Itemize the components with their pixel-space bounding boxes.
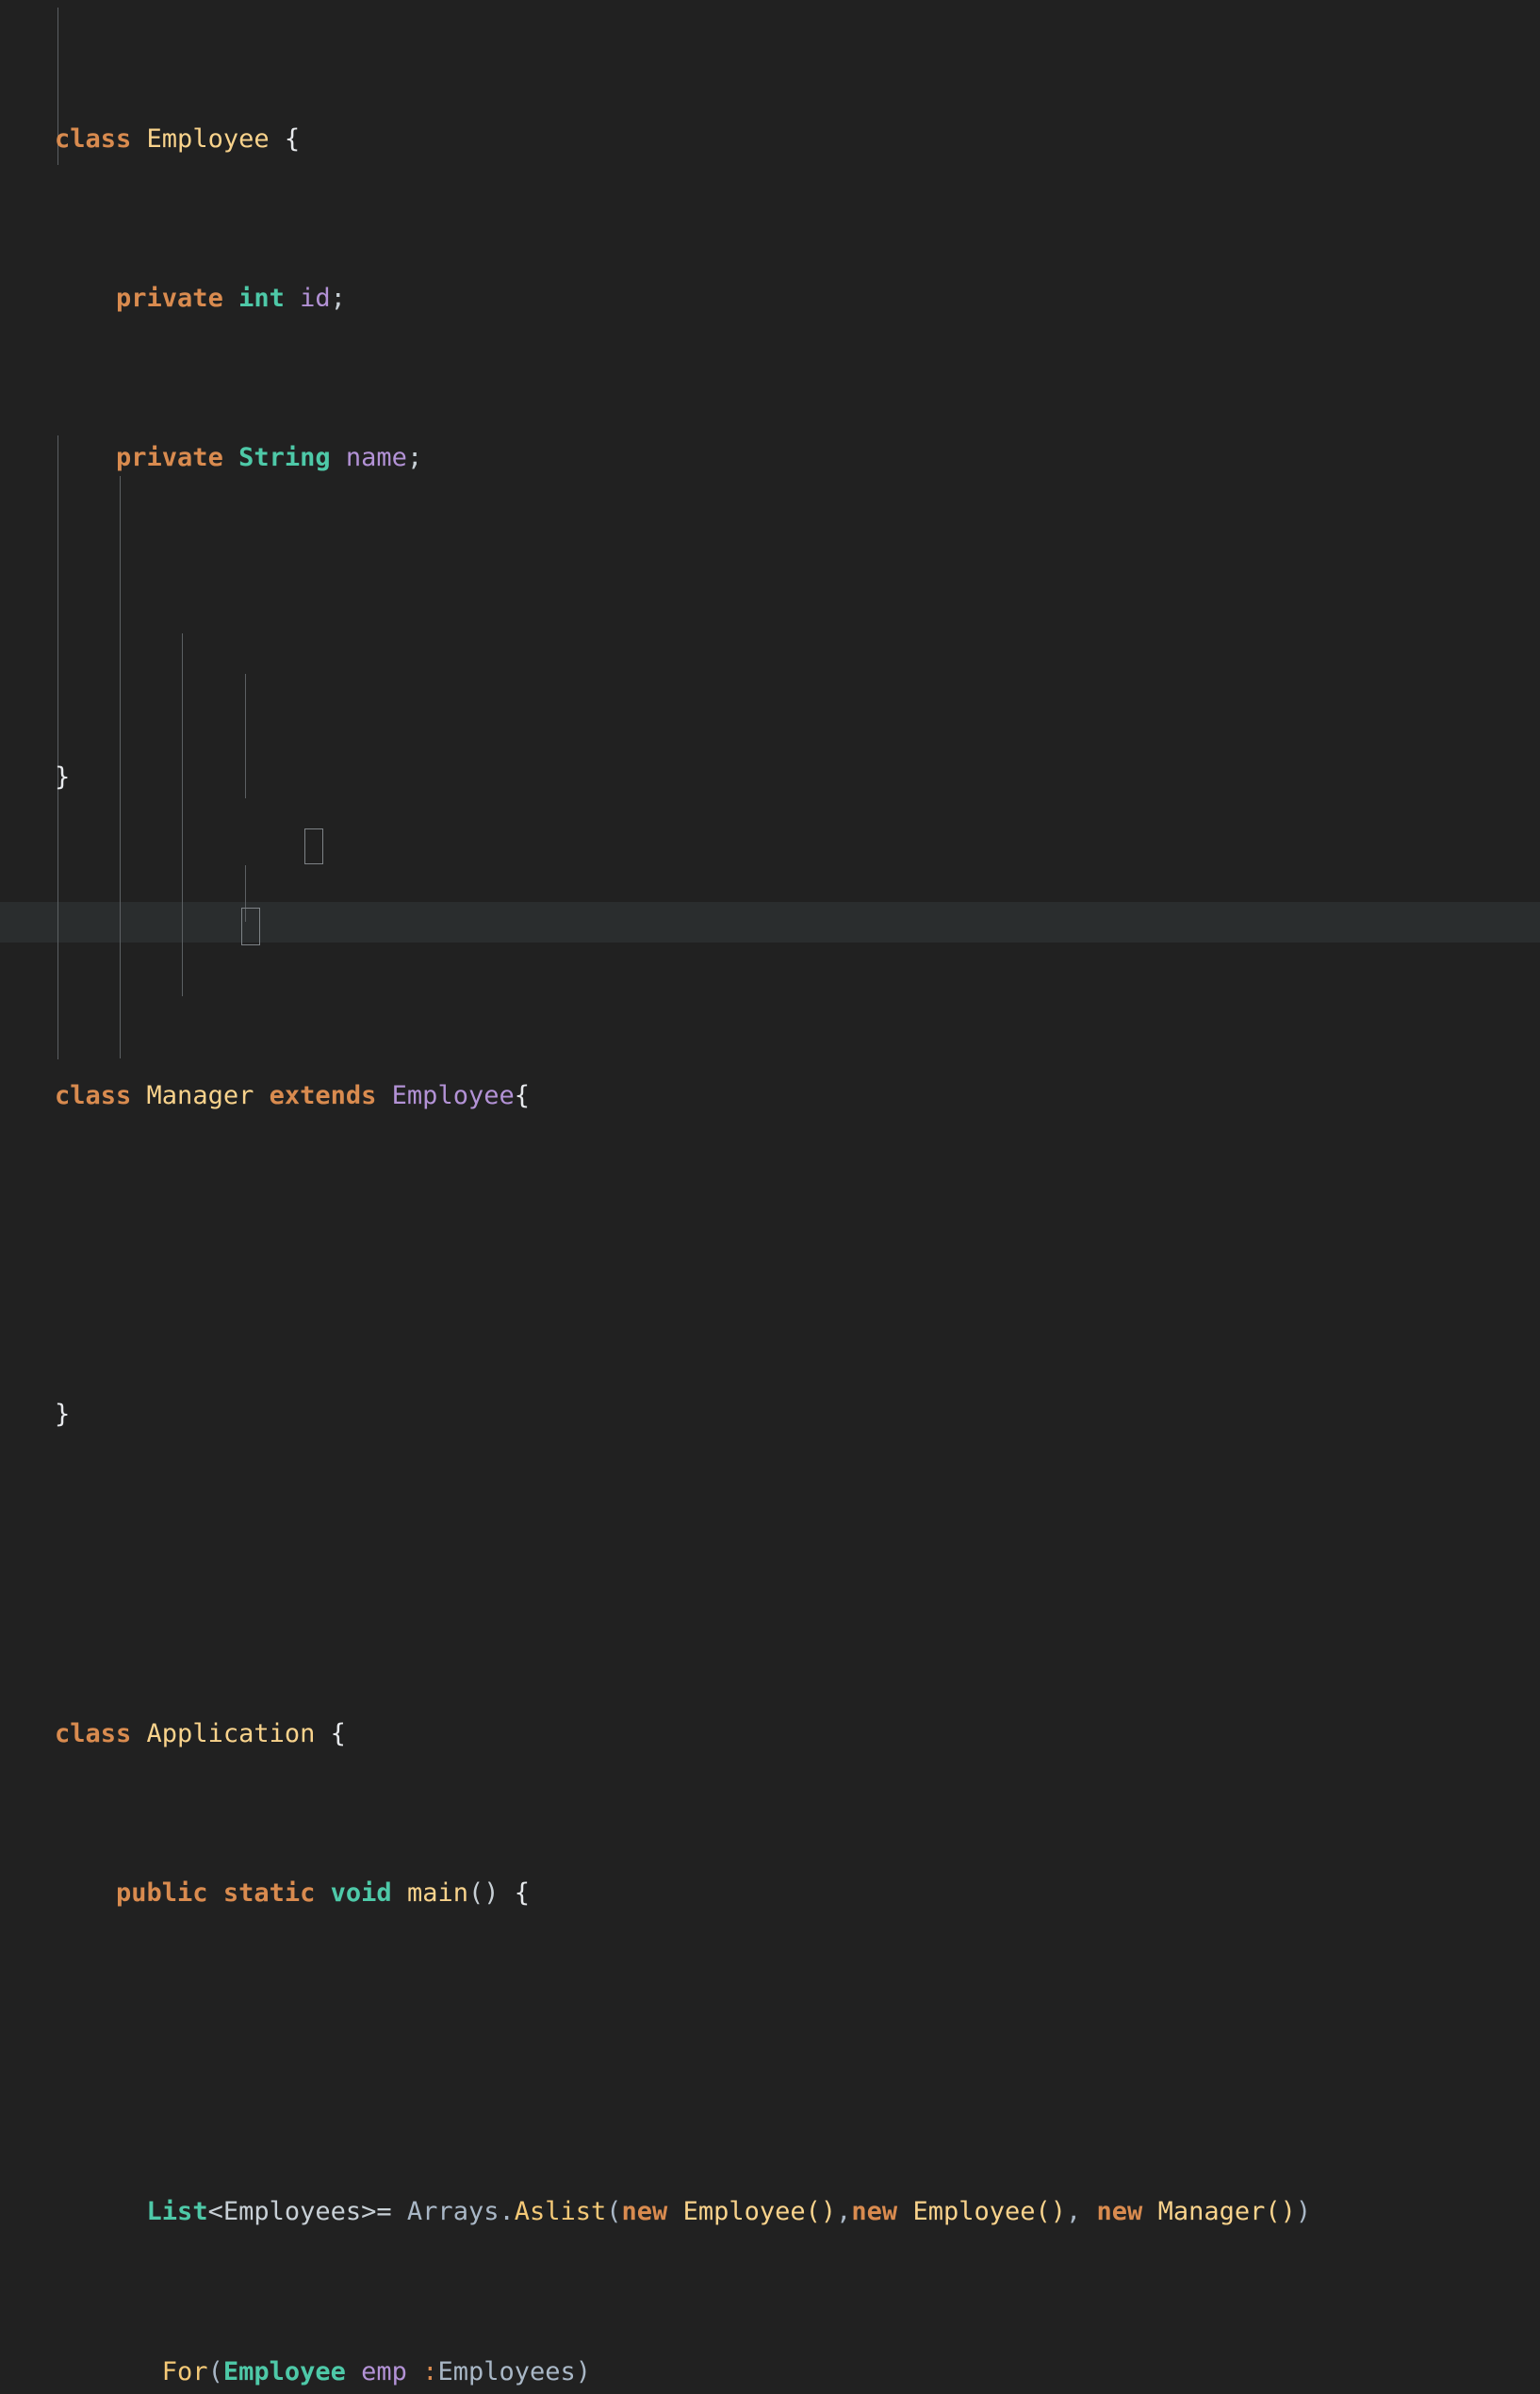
- token-semicolon: ;: [330, 284, 346, 314]
- token-keyword-class: class: [55, 1718, 132, 1748]
- token-method-main: main: [406, 1877, 468, 1908]
- code-text-block[interactable]: class Employee { private int id; private…: [0, 0, 1540, 2386]
- code-line-9[interactable]: }: [0, 1395, 1540, 1435]
- token-keyword-new-3: new: [1096, 2197, 1143, 2227]
- token-comma-2: ,: [1066, 2197, 1097, 2227]
- token-variable-name: name: [345, 443, 407, 473]
- token-brace-open: {: [514, 1081, 530, 1111]
- token-variable-emp: emp: [361, 2356, 407, 2386]
- token-generic-employees: <Employees>=: [207, 2197, 392, 2227]
- code-line-5[interactable]: }: [0, 758, 1540, 797]
- token-ctor-manager: Manager(): [1157, 2197, 1296, 2227]
- token-brace-close: }: [55, 762, 71, 792]
- token-keyword-for: For: [161, 2356, 208, 2386]
- token-keyword-static: static: [222, 1877, 316, 1908]
- token-type-void: void: [330, 1877, 392, 1908]
- token-brace-open: {: [284, 123, 301, 154]
- code-line-3[interactable]: private String name;: [0, 438, 1540, 478]
- token-dot: .: [499, 2197, 515, 2227]
- token-parens: (): [467, 1877, 500, 1908]
- token-type-list: List: [146, 2197, 208, 2227]
- token-keyword-new-1: new: [621, 2197, 668, 2227]
- token-type-string: String: [238, 443, 331, 473]
- token-paren-close: ): [1295, 2197, 1312, 2227]
- token-brace-open: {: [514, 1877, 531, 1908]
- code-line-12[interactable]: public static void main() {: [0, 1874, 1540, 1913]
- code-editor-surface[interactable]: class Employee { private int id; private…: [0, 0, 1540, 2386]
- code-line-10-blank[interactable]: [0, 1555, 1540, 1595]
- token-brace-open: {: [330, 1718, 346, 1748]
- token-paren-close: ): [575, 2356, 592, 2386]
- code-line-13-blank[interactable]: [0, 2033, 1540, 2073]
- token-superclass-employee: Employee: [391, 1081, 515, 1111]
- code-line-11[interactable]: class Application {: [0, 1714, 1540, 1754]
- token-class-arrays: Arrays: [406, 2197, 500, 2227]
- token-classname-employee: Employee: [146, 123, 270, 154]
- token-keyword-new-2: new: [851, 2197, 898, 2227]
- token-paren-open: (: [207, 2356, 223, 2386]
- token-ctor-employee-1: Employee(): [682, 2197, 837, 2227]
- token-colon: :: [422, 2356, 438, 2386]
- code-line-15[interactable]: For(Employee emp :Employees): [0, 2353, 1540, 2392]
- token-keyword-class: class: [55, 1081, 132, 1111]
- token-classname-application: Application: [146, 1718, 316, 1748]
- token-variable-id: id: [300, 284, 331, 314]
- code-line-7[interactable]: class Manager extends Employee{: [0, 1076, 1540, 1116]
- token-method-aslist: Aslist: [514, 2197, 607, 2227]
- token-paren-open: (: [606, 2197, 622, 2227]
- code-line-1[interactable]: class Employee {: [0, 120, 1540, 159]
- token-semicolon: ;: [406, 443, 423, 473]
- token-type-employee: Employee: [222, 2356, 346, 2386]
- token-keyword-class: class: [55, 123, 132, 154]
- token-keyword-private: private: [116, 284, 223, 314]
- token-brace-close: }: [55, 1400, 71, 1430]
- code-line-8-blank[interactable]: [0, 1236, 1540, 1275]
- token-iterable-employees: Employees: [437, 2356, 576, 2386]
- token-keyword-extends: extends: [269, 1081, 377, 1111]
- token-comma-1: ,: [836, 2197, 852, 2227]
- code-line-6-blank[interactable]: [0, 917, 1540, 957]
- token-keyword-private: private: [116, 443, 223, 473]
- token-type-int: int: [238, 284, 285, 314]
- token-classname-manager: Manager: [146, 1081, 254, 1111]
- code-line-2[interactable]: private int id;: [0, 279, 1540, 319]
- token-keyword-public: public: [116, 1877, 208, 1908]
- code-line-4-blank[interactable]: [0, 598, 1540, 637]
- code-line-14[interactable]: List<Employees>= Arrays.Aslist(new Emplo…: [0, 2192, 1540, 2232]
- token-ctor-employee-2: Employee(): [912, 2197, 1067, 2227]
